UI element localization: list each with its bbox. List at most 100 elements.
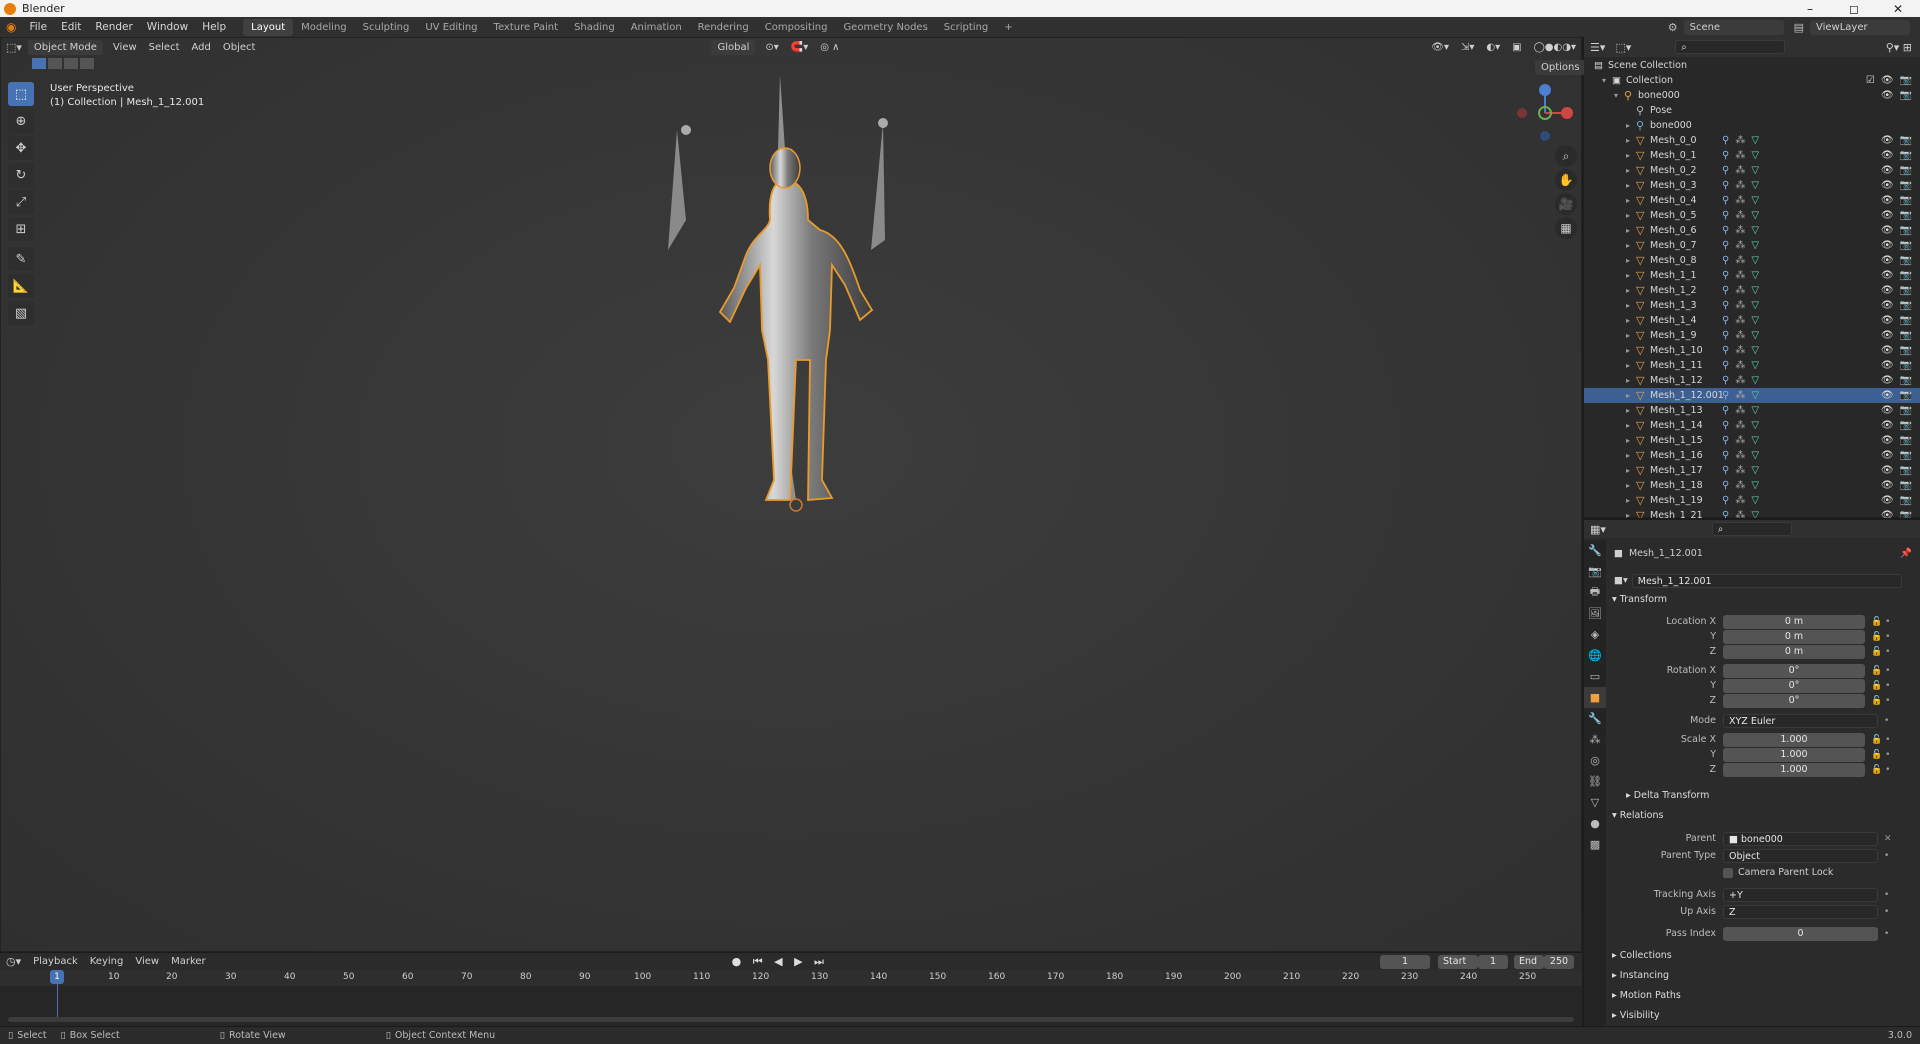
expand-icon[interactable]: ▸: [1626, 451, 1636, 460]
mesh-data-icon[interactable]: ▽: [1751, 285, 1759, 296]
constraints-tab-icon[interactable]: ⛓: [1584, 771, 1606, 792]
proportional-edit-icon[interactable]: ◎ ∧: [814, 42, 845, 53]
mesh-data-icon[interactable]: ▽: [1751, 210, 1759, 221]
rotation-z-field[interactable]: 0°: [1723, 693, 1865, 708]
outliner-mesh-row[interactable]: ▸ ▽ Mesh_0_1 ⚲ ⁂ ▽ 👁 📷: [1584, 148, 1920, 163]
filter-icon[interactable]: ⚲▾ ⊞: [1886, 41, 1920, 54]
vertex-groups-icon[interactable]: ⁂: [1735, 480, 1745, 491]
camera-icon[interactable]: 📷: [1900, 315, 1912, 326]
eye-icon[interactable]: 👁: [1881, 300, 1894, 311]
mesh-data-icon[interactable]: ▽: [1751, 135, 1759, 146]
eye-icon[interactable]: 👁: [1881, 390, 1894, 401]
camera-icon[interactable]: 📷: [1900, 180, 1912, 191]
shading-modes-icon[interactable]: ◯●◐◑▾: [1528, 42, 1582, 53]
vertex-groups-icon[interactable]: ⁂: [1735, 345, 1745, 356]
collection-tab-icon[interactable]: ▭: [1584, 666, 1606, 687]
outliner-mesh-row[interactable]: ▸ ▽ Mesh_0_4 ⚲ ⁂ ▽ 👁 📷: [1584, 193, 1920, 208]
scale-z-field[interactable]: 1.000: [1723, 762, 1865, 777]
armature-modifier-icon[interactable]: ⚲: [1722, 210, 1729, 221]
selection-mode-icons[interactable]: [32, 58, 94, 69]
outliner-mesh-row[interactable]: ▸ ▽ Mesh_1_3 ⚲ ⁂ ▽ 👁 📷: [1584, 298, 1920, 313]
tab-animation[interactable]: Animation: [623, 19, 690, 36]
location-z-field[interactable]: 0 m: [1723, 644, 1865, 659]
tab-sculpting[interactable]: Sculpting: [355, 19, 418, 36]
snap-icon[interactable]: 🧲▾: [785, 42, 814, 53]
collection-row[interactable]: ▾ ▣ Collection ☑ 👁 📷: [1584, 73, 1920, 88]
timeline-editor-icon[interactable]: ◷▾: [0, 955, 27, 968]
camera-icon[interactable]: 📷: [1900, 300, 1912, 311]
add-workspace-button[interactable]: +: [996, 19, 1020, 36]
expand-icon[interactable]: ▸: [1626, 226, 1636, 235]
camera-icon[interactable]: 📷: [1900, 195, 1912, 206]
mesh-data-icon[interactable]: ▽: [1751, 315, 1759, 326]
minimize-button[interactable]: –: [1788, 2, 1832, 16]
camera-icon[interactable]: 📷: [1900, 135, 1912, 146]
vertex-groups-icon[interactable]: ⁂: [1735, 165, 1745, 176]
expand-icon[interactable]: ▸: [1626, 361, 1636, 370]
pan-hand-icon[interactable]: ✋: [1555, 169, 1577, 191]
camera-icon[interactable]: 📷: [1900, 255, 1912, 266]
menu-object[interactable]: Object: [217, 42, 262, 53]
camera-icon[interactable]: 📷: [1900, 345, 1912, 356]
outliner-mesh-row[interactable]: ▸ ▽ Mesh_1_11 ⚲ ⁂ ▽ 👁 📷: [1584, 358, 1920, 373]
outliner-mesh-row[interactable]: ▸ ▽ Mesh_0_3 ⚲ ⁂ ▽ 👁 📷: [1584, 178, 1920, 193]
expand-icon[interactable]: ▸: [1626, 151, 1636, 160]
tab-shading[interactable]: Shading: [566, 19, 623, 36]
mesh-data-icon[interactable]: ▽: [1751, 375, 1759, 386]
armature-modifier-icon[interactable]: ⚲: [1722, 495, 1729, 506]
instancing-panel-header[interactable]: ▸ Instancing: [1612, 970, 1669, 981]
mesh-data-icon[interactable]: ▽: [1751, 300, 1759, 311]
camera-icon[interactable]: 📷: [1900, 210, 1912, 221]
rotate-tool-icon[interactable]: ↻: [8, 163, 34, 187]
mesh-data-icon[interactable]: ▽: [1751, 150, 1759, 161]
mesh-data-icon[interactable]: ▽: [1751, 390, 1759, 401]
armature-modifier-icon[interactable]: ⚲: [1722, 420, 1729, 431]
location-y-field[interactable]: 0 m: [1723, 629, 1865, 644]
vertex-groups-icon[interactable]: ⁂: [1735, 240, 1745, 251]
ortho-grid-icon[interactable]: ▦: [1555, 217, 1577, 239]
vertex-groups-icon[interactable]: ⁂: [1735, 315, 1745, 326]
scene-selector[interactable]: Scene: [1683, 19, 1784, 35]
end-frame-field[interactable]: 250: [1544, 954, 1574, 969]
vertex-groups-icon[interactable]: ⁂: [1735, 195, 1745, 206]
eye-icon[interactable]: 👁: [1881, 195, 1894, 206]
vertex-groups-icon[interactable]: ⁂: [1735, 150, 1745, 161]
display-mode-icon[interactable]: ⬚▾: [1611, 41, 1635, 54]
visibility-icon[interactable]: 👁▾: [1425, 42, 1455, 53]
outliner-mesh-row[interactable]: ▸ ▽ Mesh_1_19 ⚲ ⁂ ▽ 👁 📷: [1584, 493, 1920, 508]
camera-icon[interactable]: 📷: [1900, 450, 1912, 461]
object-tab-icon[interactable]: ■: [1584, 687, 1606, 708]
lock-icon[interactable]: 🔓 •: [1871, 750, 1890, 760]
vertex-groups-icon[interactable]: ⁂: [1735, 330, 1745, 341]
visibility-panel-header[interactable]: ▸ Visibility: [1612, 1010, 1660, 1021]
outliner-mesh-row[interactable]: ▸ ▽ Mesh_1_4 ⚲ ⁂ ▽ 👁 📷: [1584, 313, 1920, 328]
tab-rendering[interactable]: Rendering: [690, 19, 757, 36]
outliner-mesh-row[interactable]: ▸ ▽ Mesh_1_9 ⚲ ⁂ ▽ 👁 📷: [1584, 328, 1920, 343]
menu-marker[interactable]: Marker: [165, 956, 212, 967]
mesh-data-icon[interactable]: ▽: [1751, 450, 1759, 461]
tab-compositing[interactable]: Compositing: [757, 19, 836, 36]
scene-collection-row[interactable]: ▤ Scene Collection: [1584, 58, 1920, 73]
viewlayer-selector[interactable]: ViewLayer: [1810, 19, 1910, 35]
eye-icon[interactable]: 👁: [1881, 165, 1894, 176]
armature-modifier-icon[interactable]: ⚲: [1722, 270, 1729, 281]
tab-uv-editing[interactable]: UV Editing: [417, 19, 485, 36]
mesh-data-icon[interactable]: ▽: [1751, 255, 1759, 266]
parent-field[interactable]: ■ bone000: [1723, 831, 1878, 846]
mesh-data-icon[interactable]: ▽: [1751, 270, 1759, 281]
playback-controls-icon[interactable]: ● ⏮ ◀ ▶ ⏭: [732, 955, 828, 969]
tool-tab-icon[interactable]: 🔧: [1584, 540, 1606, 561]
particles-tab-icon[interactable]: ⁂: [1584, 729, 1606, 750]
mesh-data-icon[interactable]: ▽: [1751, 240, 1759, 251]
vertex-groups-icon[interactable]: ⁂: [1735, 270, 1745, 281]
transform-tool-icon[interactable]: ⊞: [8, 217, 34, 241]
mesh-data-icon[interactable]: ▽: [1751, 225, 1759, 236]
outliner-mesh-row[interactable]: ▸ ▽ Mesh_1_15 ⚲ ⁂ ▽ 👁 📷: [1584, 433, 1920, 448]
render-tab-icon[interactable]: 📷: [1584, 561, 1606, 582]
properties-search-input[interactable]: ⌕: [1711, 522, 1792, 536]
modifier-tab-icon[interactable]: 🔧: [1584, 708, 1606, 729]
eye-icon[interactable]: 👁: [1881, 210, 1894, 221]
outliner-mesh-row[interactable]: ▸ ▽ Mesh_0_8 ⚲ ⁂ ▽ 👁 📷: [1584, 253, 1920, 268]
eye-icon[interactable]: 👁: [1881, 480, 1894, 491]
vertex-groups-icon[interactable]: ⁂: [1735, 390, 1745, 401]
